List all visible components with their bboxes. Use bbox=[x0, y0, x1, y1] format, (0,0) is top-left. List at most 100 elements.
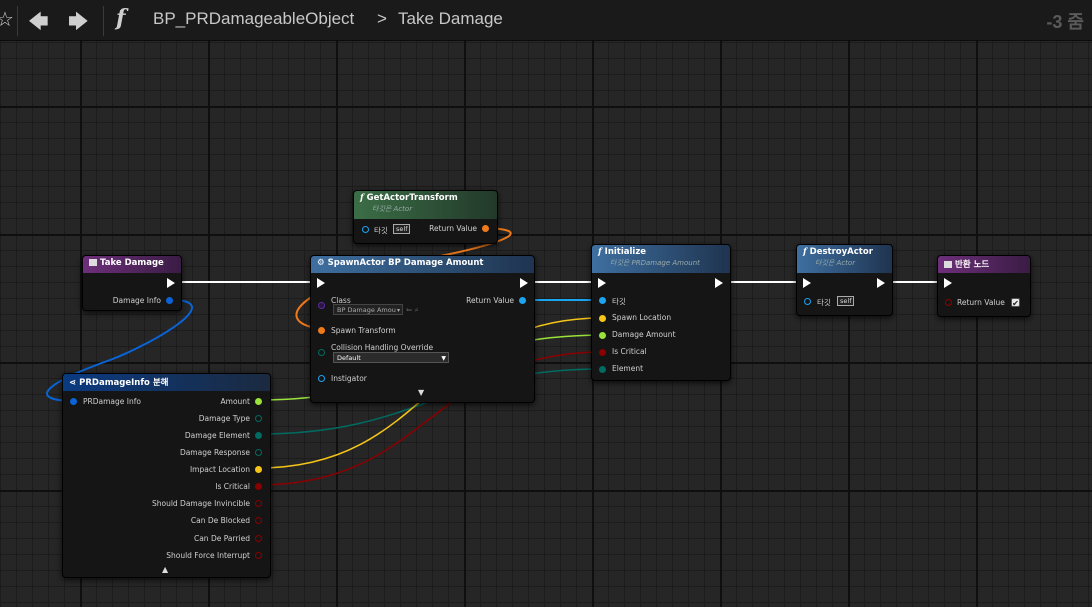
class-dropdown[interactable]: BP Damage Amou ▾ bbox=[333, 304, 403, 315]
node-header: ⚙ SpawnActor BP Damage Amount bbox=[311, 256, 534, 273]
entry-icon bbox=[89, 259, 97, 266]
pin-label: Amount bbox=[220, 397, 250, 406]
pin-label: Instigator bbox=[331, 374, 367, 383]
breadcrumb-function[interactable]: Take Damage bbox=[398, 9, 503, 29]
collapse-arrow-icon[interactable]: ▲ bbox=[162, 565, 168, 574]
collision-dropdown-value: Default bbox=[337, 354, 361, 362]
browse-arrow-icon[interactable]: ⇐ ⌕ bbox=[406, 305, 419, 315]
pin-label: 타깃 bbox=[374, 226, 388, 235]
collision-pin[interactable] bbox=[318, 349, 325, 356]
exec-in-pin[interactable] bbox=[598, 278, 606, 288]
return-value-checkbox[interactable]: ✔ bbox=[1011, 298, 1020, 308]
is-critical-pin[interactable] bbox=[255, 483, 262, 490]
return-value-pin[interactable] bbox=[945, 299, 952, 306]
pin-label: Damage Element bbox=[184, 431, 250, 440]
pin-label: Can De Blocked bbox=[190, 516, 250, 525]
exec-out-pin[interactable] bbox=[715, 278, 723, 288]
break-damage-info-node[interactable]: ⋖ PRDamageInfo 분해 PRDamage Info Amount Da… bbox=[62, 373, 271, 578]
function-f-icon: f bbox=[116, 5, 126, 31]
arrow-left-icon[interactable]: 🡄 bbox=[28, 7, 49, 41]
damage-type-pin[interactable] bbox=[255, 415, 262, 422]
pin-label: Return Value bbox=[429, 224, 477, 233]
pin-label: Damage Amount bbox=[612, 330, 676, 339]
can-be-parried-pin[interactable] bbox=[255, 535, 262, 542]
node-title: PRDamageInfo 분해 bbox=[79, 378, 169, 388]
class-pin[interactable] bbox=[318, 302, 325, 309]
star-outline-icon[interactable]: ☆ bbox=[0, 7, 14, 31]
damage-response-pin[interactable] bbox=[255, 449, 262, 456]
spawn-transform-pin[interactable] bbox=[318, 327, 325, 334]
take-damage-node[interactable]: Take Damage Damage Info bbox=[82, 255, 182, 311]
pin-label: Is Critical bbox=[215, 482, 250, 491]
node-header: f DestroyActor 타깃은 Actor bbox=[797, 245, 892, 273]
pin-label: Can De Parried bbox=[193, 534, 250, 543]
damage-info-input-pin[interactable] bbox=[70, 398, 77, 405]
element-pin[interactable] bbox=[599, 366, 606, 373]
node-title: SpawnActor BP Damage Amount bbox=[327, 258, 484, 268]
node-header: 반환 노드 bbox=[938, 256, 1030, 273]
breadcrumb-separator: > bbox=[377, 9, 387, 28]
node-header: Take Damage bbox=[83, 256, 181, 273]
get-actor-transform-node[interactable]: f GetActorTransform 타깃은 Actor 타깃 self Ret… bbox=[353, 190, 498, 244]
initialize-node[interactable]: f Initialize 타깃은 PRDamage Amount 타깃 Spawn… bbox=[591, 244, 731, 381]
pin-label: Damage Response bbox=[179, 448, 250, 457]
instigator-pin[interactable] bbox=[318, 375, 325, 382]
destroy-actor-node[interactable]: f DestroyActor 타깃은 Actor 타깃 self bbox=[796, 244, 893, 316]
damage-amount-pin[interactable] bbox=[599, 332, 606, 339]
pin-label: Return Value bbox=[957, 298, 1005, 307]
target-pin[interactable] bbox=[599, 297, 606, 304]
node-title: Initialize bbox=[604, 247, 647, 257]
amount-pin[interactable] bbox=[255, 398, 262, 405]
pin-label: Spawn Location bbox=[612, 313, 672, 322]
pin-label: 타깃 bbox=[817, 298, 831, 307]
impact-location-pin[interactable] bbox=[255, 466, 262, 473]
spawn-location-pin[interactable] bbox=[599, 315, 606, 322]
exec-out-pin[interactable] bbox=[520, 278, 528, 288]
node-header: f Initialize 타깃은 PRDamage Amount bbox=[592, 245, 730, 273]
damage-element-pin[interactable] bbox=[255, 432, 262, 439]
collision-dropdown[interactable]: Default ▼ bbox=[333, 352, 449, 363]
node-subtitle: 타깃은 Actor bbox=[372, 205, 413, 213]
pin-label: Return Value bbox=[466, 296, 514, 305]
return-node[interactable]: 반환 노드 Return Value ✔ bbox=[937, 255, 1031, 317]
pin-label: Should Damage Invincible bbox=[151, 499, 250, 508]
node-header: f GetActorTransform 타깃은 Actor bbox=[354, 191, 497, 219]
damage-info-pin[interactable] bbox=[166, 297, 173, 304]
exec-out-pin[interactable] bbox=[877, 278, 885, 288]
node-header: ⋖ PRDamageInfo 분해 bbox=[63, 374, 270, 391]
exec-in-pin[interactable] bbox=[803, 278, 811, 288]
function-f-icon: f bbox=[360, 193, 364, 203]
can-be-blocked-pin[interactable] bbox=[255, 517, 262, 524]
pin-label: Impact Location bbox=[189, 465, 250, 474]
break-struct-icon: ⋖ bbox=[69, 378, 77, 388]
node-title: GetActorTransform bbox=[366, 193, 458, 203]
return-value-pin[interactable] bbox=[519, 297, 526, 304]
exec-out-pin[interactable] bbox=[167, 278, 175, 288]
pin-label: 타깃 bbox=[612, 297, 626, 306]
arrow-right-icon[interactable]: 🡆 bbox=[68, 7, 89, 41]
function-f-icon: f bbox=[598, 247, 602, 257]
return-transform-pin[interactable] bbox=[482, 225, 489, 232]
node-title: 반환 노드 bbox=[955, 260, 990, 270]
exec-in-pin[interactable] bbox=[317, 278, 325, 288]
target-pin[interactable] bbox=[804, 298, 811, 305]
node-subtitle: 타깃은 Actor bbox=[815, 259, 856, 267]
class-dropdown-value: BP Damage Amou bbox=[337, 306, 396, 314]
breadcrumb-blueprint[interactable]: BP_PRDamageableObject bbox=[153, 9, 354, 29]
pin-label: Should Force Interrupt bbox=[166, 551, 250, 560]
spawn-actor-node[interactable]: ⚙ SpawnActor BP Damage Amount Class BP Da… bbox=[310, 255, 535, 403]
toolbar-divider bbox=[103, 6, 104, 36]
self-badge: self bbox=[393, 224, 411, 234]
self-badge: self bbox=[837, 296, 855, 306]
expand-arrow-icon[interactable]: ▼ bbox=[418, 388, 424, 397]
should-damage-invincible-pin[interactable] bbox=[255, 500, 262, 507]
is-critical-pin[interactable] bbox=[599, 349, 606, 356]
spawn-icon: ⚙ bbox=[317, 258, 325, 268]
pin-label: PRDamage Info bbox=[83, 397, 141, 406]
node-title: Take Damage bbox=[100, 258, 164, 268]
exec-in-pin[interactable] bbox=[944, 278, 952, 288]
target-pin[interactable] bbox=[362, 226, 369, 233]
function-f-icon: f bbox=[803, 247, 807, 257]
should-force-interrupt-pin[interactable] bbox=[255, 552, 262, 559]
pin-label: Collision Handling Override bbox=[331, 343, 434, 352]
